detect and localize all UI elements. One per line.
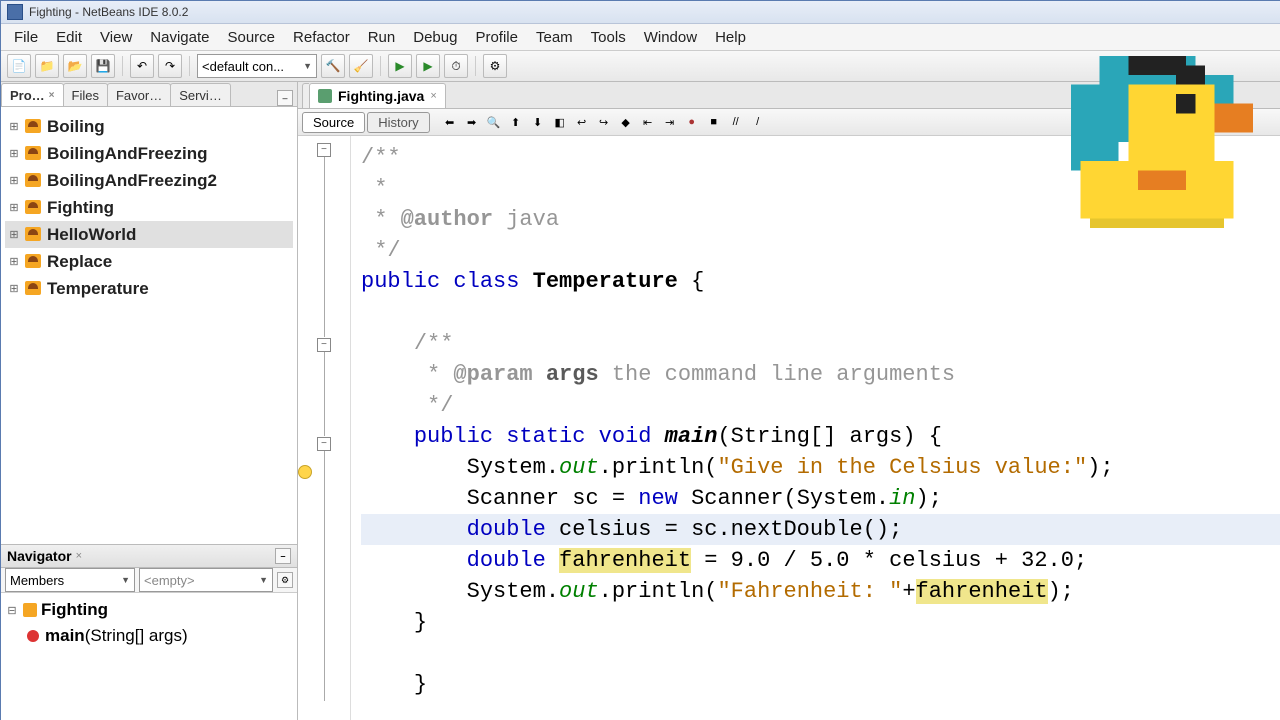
fold-icon[interactable]: − [317,437,331,451]
hint-bulb-icon[interactable] [298,465,312,479]
menu-edit[interactable]: Edit [47,26,91,49]
project-fighting[interactable]: ⊞Fighting [5,194,293,221]
nav-fwd-icon[interactable]: ➡ [462,112,482,132]
editor-toolbar: Source History ⬅ ➡ 🔍 ⬆ ⬇ ◧ ↩ ↪ ◆ ⇤ ⇥ ● ■… [298,109,1280,136]
history-view-tab[interactable]: History [367,112,429,133]
project-boiling[interactable]: ⊞Boiling [5,113,293,140]
nav-class[interactable]: ⊟Fighting [5,597,293,623]
code-content[interactable]: /** * * @author java */ public class Tem… [351,136,1280,720]
comment-icon[interactable]: // [726,112,746,132]
projects-tree[interactable]: ⊞Boiling ⊞BoilingAndFreezing ⊞BoilingAnd… [1,107,297,544]
menu-run[interactable]: Run [359,26,405,49]
menu-file[interactable]: File [5,26,47,49]
navigator-header: Navigator× – [1,544,297,568]
build-icon[interactable]: 🔨 [321,54,345,78]
menu-source[interactable]: Source [218,26,284,49]
menu-window[interactable]: Window [635,26,706,49]
config-combo[interactable]: <default con...▼ [197,54,317,78]
new-file-icon[interactable]: 📄 [7,54,31,78]
nav-settings-icon[interactable]: ⚙ [277,572,293,588]
app-icon [7,4,23,20]
shift-right-icon[interactable]: ⇥ [660,112,680,132]
method-icon [27,630,39,642]
editor-gutter[interactable]: − − − [298,136,351,720]
menu-debug[interactable]: Debug [404,26,466,49]
navigator-tree[interactable]: ⊟Fighting main(String[] args) [1,593,297,720]
menu-team[interactable]: Team [527,26,582,49]
menubar: File Edit View Navigate Source Refactor … [1,24,1280,51]
clean-build-icon[interactable]: 🧹 [349,54,373,78]
shift-left-icon[interactable]: ⇤ [638,112,658,132]
minimize-panel-icon[interactable]: – [277,90,293,106]
toggle-highlight-icon[interactable]: ◧ [550,112,570,132]
next-bookmark-icon[interactable]: ↪ [594,112,614,132]
filter-combo[interactable]: <empty>▼ [139,568,273,592]
fold-icon[interactable]: − [317,143,331,157]
find-selection-icon[interactable]: 🔍 [484,112,504,132]
tab-scroll-left-icon[interactable] [302,83,309,108]
tab-projects[interactable]: Pro…× [1,83,64,106]
save-all-icon[interactable]: 💾 [91,54,115,78]
nav-main-method[interactable]: main(String[] args) [5,623,293,649]
menu-navigate[interactable]: Navigate [141,26,218,49]
projects-tabs: Pro…× Files Favor… Servi… – [1,82,297,107]
minimize-navigator-icon[interactable]: – [275,548,291,564]
editor-tab-fighting[interactable]: Fighting.java × [309,83,446,108]
menu-tools[interactable]: Tools [582,26,635,49]
find-prev-icon[interactable]: ⬆ [506,112,526,132]
nav-back-icon[interactable]: ⬅ [440,112,460,132]
prev-bookmark-icon[interactable]: ↩ [572,112,592,132]
menu-view[interactable]: View [91,26,141,49]
new-project-icon[interactable]: 📁 [35,54,59,78]
menu-profile[interactable]: Profile [466,26,527,49]
tab-files[interactable]: Files [63,83,108,106]
members-combo[interactable]: Members▼ [5,568,135,592]
project-boilingandfreezing[interactable]: ⊞BoilingAndFreezing [5,140,293,167]
class-icon [23,603,37,617]
find-next-icon[interactable]: ⬇ [528,112,548,132]
fold-icon[interactable]: − [317,338,331,352]
redo-icon[interactable]: ↷ [158,54,182,78]
run-icon[interactable]: ▶ [388,54,412,78]
debug-icon[interactable]: ▶ [416,54,440,78]
editor-tabs: Fighting.java × [298,82,1280,109]
main-toolbar: 📄 📁 📂 💾 ↶ ↷ <default con...▼ 🔨 🧹 ▶ ▶ ⏱ ⚙ [1,51,1280,82]
menu-refactor[interactable]: Refactor [284,26,359,49]
attach-debugger-icon[interactable]: ⚙ [483,54,507,78]
profile-icon[interactable]: ⏱ [444,54,468,78]
undo-icon[interactable]: ↶ [130,54,154,78]
menu-help[interactable]: Help [706,26,755,49]
source-view-tab[interactable]: Source [302,112,365,133]
close-icon[interactable]: × [76,550,82,562]
open-icon[interactable]: 📂 [63,54,87,78]
project-boilingandfreezing2[interactable]: ⊞BoilingAndFreezing2 [5,167,293,194]
toggle-bookmark-icon[interactable]: ◆ [616,112,636,132]
project-replace[interactable]: ⊞Replace [5,248,293,275]
code-editor[interactable]: − − − /** * * @author java */ public cla… [298,136,1280,720]
project-temperature[interactable]: ⊞Temperature [5,275,293,302]
tab-services[interactable]: Servi… [170,83,231,106]
close-tab-icon[interactable]: × [430,90,436,102]
uncomment-icon[interactable]: / [748,112,768,132]
macro-stop-icon[interactable]: ■ [704,112,724,132]
macro-rec-icon[interactable]: ● [682,112,702,132]
window-title: Fighting - NetBeans IDE 8.0.2 [29,5,188,19]
titlebar: Fighting - NetBeans IDE 8.0.2 [1,1,1280,24]
project-helloworld[interactable]: ⊞HelloWorld [5,221,293,248]
java-file-icon [318,89,332,103]
tab-favorites[interactable]: Favor… [107,83,171,106]
